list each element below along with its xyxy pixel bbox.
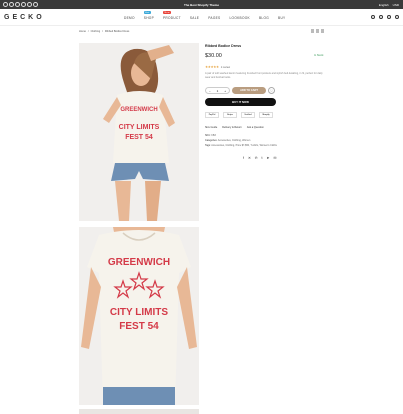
new-badge: New bbox=[163, 11, 172, 14]
quantity-value[interactable]: 1 bbox=[217, 89, 219, 93]
stripe-badge: Stripe bbox=[223, 112, 237, 118]
search-icon[interactable] bbox=[371, 15, 375, 19]
quantity-stepper[interactable]: − 1 + bbox=[205, 87, 230, 94]
minus-icon[interactable]: − bbox=[209, 89, 211, 93]
share-icons: f ✕ ℗ t ➤ ✉ bbox=[243, 156, 276, 160]
breadcrumb: Home / Clothing / Ribbed Bodice Dress bbox=[79, 30, 130, 33]
shirt-print-closeup-line1: GREENWICH bbox=[108, 257, 170, 268]
shirt-print-closeup-line3: FEST 54 bbox=[119, 321, 159, 332]
product-pager bbox=[311, 29, 324, 33]
nav-product[interactable]: New PRODUCT bbox=[163, 11, 181, 20]
breadcrumb-clothing[interactable]: Clothing bbox=[91, 30, 101, 33]
product-description: A pair of soft washed denim featuring br… bbox=[205, 72, 323, 79]
product-title: Ribbed Bodice Dress bbox=[205, 44, 242, 48]
tags-row: Tags: Accessories, Clothing, Price $7-$5… bbox=[205, 143, 277, 147]
prev-product-icon[interactable] bbox=[311, 29, 314, 33]
plus-icon[interactable]: + bbox=[224, 89, 226, 93]
review-count[interactable]: 1 review bbox=[221, 66, 230, 69]
buy-now-button[interactable]: BUY IT NOW bbox=[205, 98, 276, 106]
verified-badge: Verified bbox=[241, 112, 255, 118]
main-nav: DEMO Hot SHOP New PRODUCT SALE PAGES LOOKB… bbox=[124, 11, 285, 20]
delivery-return-link[interactable]: Delivery & Return bbox=[222, 126, 242, 129]
nav-lookbook[interactable]: LOOKBOOK bbox=[229, 16, 249, 20]
add-to-cart-button[interactable]: ADD TO CART bbox=[232, 87, 266, 94]
logo[interactable]: GECKO bbox=[4, 14, 45, 21]
nav-pages[interactable]: PAGES bbox=[208, 16, 220, 20]
wishlist-heart-icon[interactable]: ♡ bbox=[268, 87, 275, 94]
product-image-1[interactable]: GREENWICH CITY LIMITS FEST 54 bbox=[79, 43, 199, 221]
shirt-print-closeup-line2: CITY LIMITS bbox=[110, 307, 168, 318]
nav-blog[interactable]: BLOG bbox=[259, 16, 269, 20]
nav-sale[interactable]: SALE bbox=[190, 16, 199, 20]
cart-icon[interactable] bbox=[395, 15, 399, 19]
product-rating[interactable]: ★★★★★ 1 review bbox=[205, 65, 230, 69]
product-image-3[interactable] bbox=[79, 409, 199, 414]
product-meta: SKU: KB3 Categories: Accessories, Clothi… bbox=[205, 134, 277, 148]
next-product-icon[interactable] bbox=[321, 29, 324, 33]
breadcrumb-home[interactable]: Home bbox=[79, 30, 86, 33]
top-bar: The Best Shopify Theme English USD bbox=[0, 0, 403, 9]
language-select[interactable]: English bbox=[379, 3, 389, 7]
promo-text: The Best Shopify Theme bbox=[183, 3, 219, 7]
site-header: GECKO DEMO Hot SHOP New PRODUCT SALE PAGES… bbox=[0, 9, 403, 26]
shopify-badge: Shopify bbox=[259, 112, 273, 118]
product-extra-links: Size Guide Delivery & Return Ask a Quest… bbox=[205, 126, 264, 129]
nav-demo[interactable]: DEMO bbox=[124, 16, 135, 20]
paypal-badge: PayPal bbox=[205, 112, 219, 118]
payment-badges: PayPal Stripe Verified Shopify bbox=[205, 112, 273, 118]
tumblr-share-icon[interactable]: t bbox=[262, 156, 263, 160]
currency-select[interactable]: USD bbox=[393, 3, 399, 7]
email-share-icon[interactable]: ✉ bbox=[273, 156, 276, 160]
facebook-share-icon[interactable]: f bbox=[243, 156, 244, 160]
heart-icon[interactable] bbox=[387, 15, 391, 19]
shirt-print-line3: FEST 54 bbox=[125, 134, 153, 141]
nav-shop[interactable]: Hot SHOP bbox=[143, 11, 154, 20]
product-price: $30.00 bbox=[205, 53, 222, 59]
pinterest-share-icon[interactable]: ℗ bbox=[255, 156, 258, 160]
telegram-share-icon[interactable]: ➤ bbox=[267, 156, 270, 160]
breadcrumb-current: Ribbed Bodice Dress bbox=[104, 30, 130, 33]
shirt-print-line1: GREENWICH bbox=[120, 107, 157, 113]
size-guide-link[interactable]: Size Guide bbox=[205, 126, 217, 129]
nav-buy[interactable]: BUY bbox=[278, 16, 285, 20]
twitter-share-icon[interactable]: ✕ bbox=[248, 156, 251, 160]
user-icon[interactable] bbox=[379, 15, 383, 19]
stock-status: In Stock bbox=[314, 54, 324, 57]
grid-icon[interactable] bbox=[316, 29, 319, 33]
star-rating-icon: ★★★★★ bbox=[205, 65, 219, 69]
shirt-print-line2: CITY LIMITS bbox=[119, 124, 160, 131]
product-image-2[interactable]: GREENWICH CITY LIMITS FEST 54 bbox=[79, 227, 199, 405]
ask-question-link[interactable]: Ask a Question bbox=[247, 126, 264, 129]
hot-badge: Hot bbox=[143, 11, 152, 14]
